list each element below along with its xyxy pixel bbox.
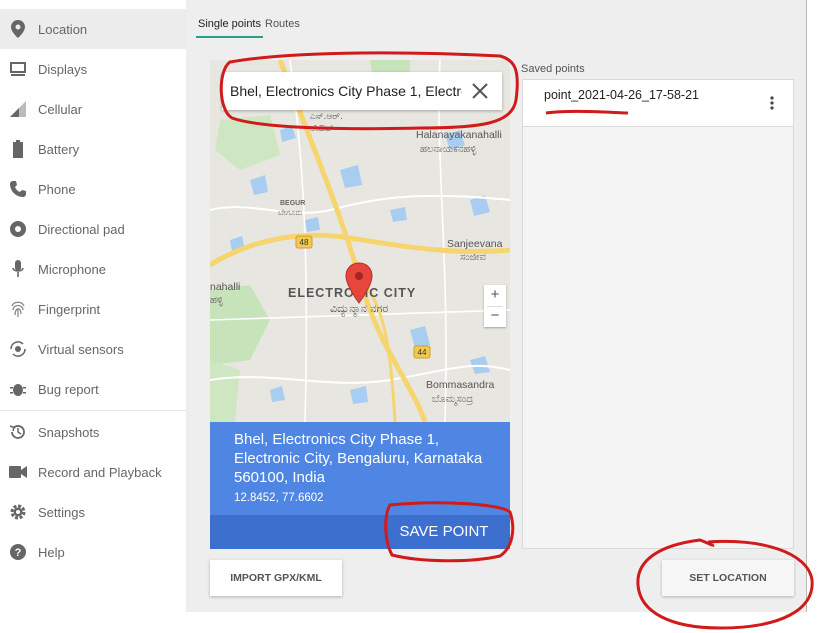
place-search-input[interactable] xyxy=(230,80,462,102)
close-icon[interactable] xyxy=(470,81,490,101)
sidebar: Location Displays Cellular Battery Phone… xyxy=(0,0,186,633)
sidebar-item-label: Bug report xyxy=(38,381,99,397)
map-label-halanayakanahalli-kn: ಹಲನಾಯಕನಹಳ್ಳಿ xyxy=(420,144,477,155)
video-camera-icon xyxy=(8,462,28,482)
sidebar-item-label: Microphone xyxy=(38,261,106,277)
map-label-bommasandra-kn: ಬೊಮ್ಮಸಂದ್ರ xyxy=(432,394,474,405)
save-point-button[interactable]: SAVE POINT xyxy=(388,520,500,544)
map-label-halanayakanahalli: Halanayakanahalli xyxy=(416,129,502,141)
window-edge-border xyxy=(806,0,807,612)
sidebar-item-label: Help xyxy=(38,544,65,560)
map-label-nahalli: nahalli xyxy=(210,281,240,293)
route-44-label: 44 xyxy=(418,348,427,357)
fingerprint-icon xyxy=(8,299,28,319)
sidebar-item-label: Phone xyxy=(38,181,76,197)
sidebar-item-fingerprint[interactable]: Fingerprint xyxy=(0,289,186,329)
window-edge xyxy=(806,0,818,612)
phone-icon xyxy=(8,179,28,199)
microphone-icon xyxy=(8,259,28,279)
sidebar-item-label: Battery xyxy=(38,141,80,157)
sidebar-item-label: Record and Playback xyxy=(38,464,162,480)
sidebar-item-label: Virtual sensors xyxy=(38,341,124,357)
sidebar-item-record-playback[interactable]: Record and Playback xyxy=(0,452,186,492)
history-icon xyxy=(8,422,28,442)
map-label-sanjeevana: Sanjeevana xyxy=(447,238,503,250)
sidebar-item-cellular[interactable]: Cellular xyxy=(0,89,186,129)
sidebar-item-label: Displays xyxy=(38,61,88,77)
location-coordinates: 12.8452, 77.6602 xyxy=(234,492,324,504)
sidebar-item-phone[interactable]: Phone xyxy=(0,169,186,209)
map-label-electronic-city-kn: ವಿದ್ಯುನ್ಮಾನ ನಗರ xyxy=(330,302,388,316)
sidebar-item-bug-report[interactable]: Bug report xyxy=(0,369,186,409)
tab-single-points[interactable]: Single points xyxy=(196,14,263,38)
sidebar-item-label: Location xyxy=(38,21,88,37)
sidebar-item-help[interactable]: ? Help xyxy=(0,532,186,572)
sidebar-item-virtual-sensors[interactable]: Virtual sensors xyxy=(0,329,186,369)
saved-points-list xyxy=(522,79,794,549)
monitor-icon xyxy=(8,59,28,79)
dpad-icon xyxy=(8,219,28,239)
route-48-label: 48 xyxy=(300,238,309,247)
place-search-box[interactable] xyxy=(222,72,502,110)
signal-icon xyxy=(8,99,28,119)
map-zoom-controls: + − xyxy=(484,285,506,327)
map-label-top-kn: ಎಸ್.ಆರ್. xyxy=(310,112,343,122)
bug-icon xyxy=(8,379,28,399)
map-label-nahalli-kn: ಹಳ್ಳಿ xyxy=(210,295,223,306)
sidebar-item-label: Snapshots xyxy=(38,424,100,440)
zoom-in-button[interactable]: + xyxy=(484,285,506,306)
map-label-top-kn2: ಲೇಔಟ್ xyxy=(310,124,334,134)
help-icon: ? xyxy=(8,542,28,562)
map-view[interactable]: 48 44 ಎಸ್.ಆರ್. ಲೇಔಟ್ Halanayakanahalli ಹ… xyxy=(210,60,510,422)
sidebar-item-label: Cellular xyxy=(38,101,83,117)
battery-icon xyxy=(8,139,28,159)
location-address: Bhel, Electronics City Phase 1, Electron… xyxy=(234,431,483,486)
zoom-out-button[interactable]: − xyxy=(484,306,506,327)
location-pin-icon xyxy=(8,19,28,39)
svg-text:?: ? xyxy=(15,547,22,559)
sidebar-item-label: Directional pad xyxy=(38,221,125,237)
gear-icon xyxy=(8,502,28,522)
map-label-bommasandra: Bommasandra xyxy=(426,379,494,391)
more-vert-icon[interactable] xyxy=(766,95,778,111)
map-label-begur: BEGUR xyxy=(280,200,305,207)
map-canvas: 48 44 ಎಸ್.ಆರ್. ಲೇಔಟ್ Halanayakanahalli ಹ… xyxy=(210,60,510,422)
saved-points-title: Saved points xyxy=(521,63,585,75)
sidebar-item-settings[interactable]: Settings xyxy=(0,492,186,532)
sidebar-item-directional-pad[interactable]: Directional pad xyxy=(0,209,186,249)
saved-point-name: point_2021-04-26_17-58-21 xyxy=(544,88,699,102)
set-location-button[interactable]: SET LOCATION xyxy=(662,560,794,596)
sidebar-item-snapshots[interactable]: Snapshots xyxy=(0,412,186,452)
sidebar-item-battery[interactable]: Battery xyxy=(0,129,186,169)
sidebar-item-microphone[interactable]: Microphone xyxy=(0,249,186,289)
tab-routes[interactable]: Routes xyxy=(265,14,300,38)
map-label-begur-kn: ಬೇಗೂರು xyxy=(278,208,303,217)
import-gpx-kml-button[interactable]: IMPORT GPX/KML xyxy=(210,560,342,596)
sidebar-item-label: Fingerprint xyxy=(38,301,101,317)
map-label-sanjeevana-kn: ಸಂಜೀವ xyxy=(460,252,486,263)
saved-point-item[interactable] xyxy=(522,79,794,127)
sidebar-item-location[interactable]: Location xyxy=(0,9,186,49)
rotate-icon xyxy=(8,339,28,359)
sidebar-item-label: Settings xyxy=(38,504,85,520)
location-info-card: Bhel, Electronics City Phase 1, Electron… xyxy=(210,422,510,515)
sidebar-divider xyxy=(0,410,186,411)
sidebar-item-displays[interactable]: Displays xyxy=(0,49,186,89)
